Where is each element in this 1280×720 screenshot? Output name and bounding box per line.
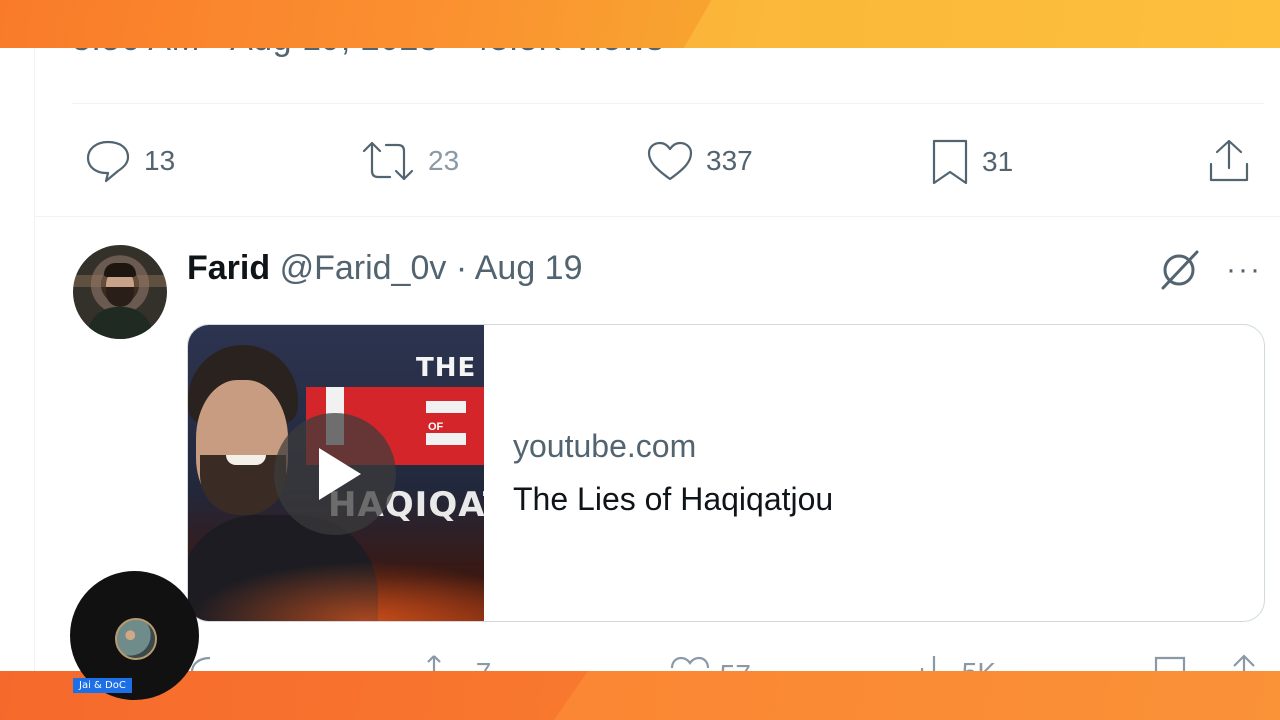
repost-icon (362, 141, 414, 181)
avatar-beard (106, 287, 134, 307)
tweet-header: Farid @Farid_0v · Aug 19 (187, 248, 583, 288)
grok-button[interactable] (1155, 248, 1203, 292)
thumbnail-lies-graphic-stroke (426, 433, 466, 445)
stream-overlay-top-bar (0, 0, 1280, 48)
play-icon (319, 448, 361, 500)
thumbnail-lies-graphic-stroke (426, 401, 466, 413)
card-domain: youtube.com (513, 428, 697, 464)
divider (72, 103, 1264, 104)
avatar[interactable] (73, 245, 167, 339)
tweet-date[interactable]: Aug 19 (475, 249, 583, 287)
streamer-badge: Jai & DoC (70, 571, 199, 700)
thumbnail-text-the: THE (416, 353, 477, 383)
share-button[interactable] (1207, 138, 1251, 184)
repost-count: 23 (428, 145, 460, 176)
thumbnail-text-of: OF (428, 421, 444, 433)
bookmark-count: 31 (982, 146, 1014, 177)
reply-count: 13 (144, 145, 176, 176)
grok-icon (1161, 250, 1199, 290)
thumbnail-figure-smile (226, 455, 266, 465)
play-button[interactable] (274, 413, 396, 535)
author-name[interactable]: Farid (187, 249, 270, 287)
like-button[interactable]: 337 (646, 140, 753, 182)
more-icon: ··· (1226, 253, 1262, 286)
bookmark-button[interactable]: 31 (930, 138, 1013, 186)
reply-button[interactable]: 13 (84, 138, 175, 184)
link-card[interactable]: THE OF HAQIQATJ youtube.com The Lies of … (187, 324, 1265, 622)
divider (34, 216, 1280, 217)
like-count: 337 (706, 145, 753, 176)
timeline-left-border (34, 0, 35, 720)
bookmark-icon (932, 139, 968, 185)
more-button[interactable]: ··· (1224, 253, 1264, 286)
card-title: The Lies of Haqiqatjou (513, 481, 834, 517)
repost-button[interactable]: 23 (360, 139, 459, 183)
thumbnail-ember-glow (188, 561, 484, 621)
streamer-label: Jai & DoC (73, 678, 132, 693)
video-thumbnail[interactable]: THE OF HAQIQATJ (188, 325, 484, 621)
stream-overlay-bottom-bar (0, 671, 1280, 720)
share-icon (1209, 139, 1249, 182)
avatar-body (87, 307, 153, 339)
author-handle[interactable]: @Farid_0v (280, 249, 447, 287)
heart-icon (647, 141, 693, 181)
streamer-avatar (115, 618, 157, 660)
reply-icon (86, 140, 130, 183)
avatar-hair (104, 263, 136, 277)
separator-dot: · (455, 249, 468, 287)
